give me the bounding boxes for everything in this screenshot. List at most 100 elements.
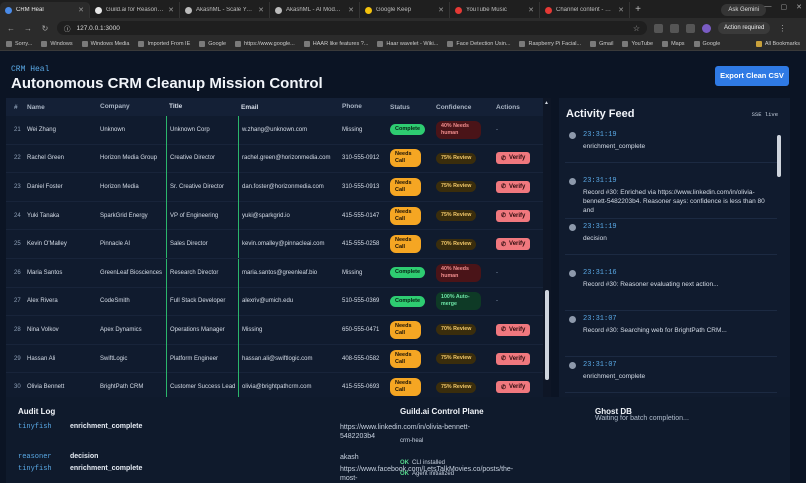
feed-item[interactable]: 23:31:16 Record #30: Reasoner evaluating … [565,267,777,311]
tab-close-icon[interactable]: ✕ [348,6,354,14]
feed-item[interactable]: 23:31:19 Record #30: Enriched via https:/… [565,175,777,219]
bookmark-star-icon[interactable]: ☆ [633,24,640,33]
close-window-icon[interactable]: ✕ [796,3,802,11]
bookmark-item[interactable]: Haar wavelet - Wiki... [377,41,438,47]
contact-phone: 415-555-0258 [342,241,380,248]
url-text: 127.0.0.1:3000 [76,24,120,32]
table-row[interactable]: 29 Hassan Ali SwiftLogic Platform Engineer h… [6,344,543,374]
bookmark-item[interactable]: Face Detection Usin... [447,41,510,47]
column-header[interactable]: Title [166,103,238,111]
browser-tab[interactable]: AkashML - AI Model Playg... ✕ [270,2,360,18]
bookmark-item[interactable]: Sorry... [6,41,32,47]
verify-button[interactable]: ✆ Verify [496,323,531,336]
contact-phone: 510-555-0369 [342,298,380,305]
contact-phone: 310-555-0912 [342,155,380,162]
bookmark-item[interactable]: Imported From IE [138,41,190,47]
column-header[interactable]: Actions [496,104,536,111]
bookmark-label: Gmail [599,41,614,47]
contact-name: Yuki Tanaka [27,212,60,219]
bookmark-item[interactable]: HAAR like features ?... [303,41,368,47]
scroll-up-icon[interactable]: ▲ [544,100,549,106]
table-row[interactable]: 24 Yuki Tanaka SparkGrid Energy VP of Engin… [6,201,543,231]
scrollbar-thumb[interactable] [545,290,549,380]
table-row[interactable]: 21 Wei Zhang Unknown Unknown Corp w.zhang@un… [6,115,543,145]
feed-item[interactable]: 23:31:07 enrichment_complete [565,359,777,393]
reload-icon[interactable]: ↻ [40,24,50,33]
tab-close-icon[interactable]: ✕ [258,6,264,14]
feed-item[interactable]: 23:31:19 decision [565,221,777,255]
table-row[interactable]: 26 Maria Santos GreenLeaf Biosciences Resea… [6,258,543,288]
bookmark-label: Google [702,41,721,47]
forward-icon[interactable]: → [23,24,33,33]
browser-tab[interactable]: Channel content - YouTub... ✕ [540,2,630,18]
column-header[interactable]: Confidence [436,104,496,111]
bookmark-item[interactable]: Google [199,41,226,47]
address-bar[interactable]: ⓘ 127.0.0.1:3000 ☆ [57,21,647,35]
profile-icon[interactable] [702,23,711,33]
column-header[interactable]: # [6,104,27,111]
column-header[interactable]: Status [390,104,436,111]
verify-label: Verify [509,212,526,219]
column-header[interactable]: Phone [342,103,390,111]
all-bookmarks-button[interactable]: All Bookmarks [755,41,800,47]
verify-button[interactable]: ✆ Verify [496,381,531,394]
feed-item[interactable]: 23:31:19 enrichment_complete [565,129,777,163]
tab-close-icon[interactable]: ✕ [78,6,84,14]
page-title: Autonomous CRM Cleanup Mission Control [11,75,323,92]
bookmark-item[interactable]: Windows Media [81,41,129,47]
browser-tab[interactable]: AkashML - Scale Your AI a...✕ [180,2,270,18]
feed-message: Record #30: Enriched via https://www.lin… [583,189,765,214]
table-row[interactable]: 25 Kevin O'Malley Pinnacle AI Sales Directo… [6,229,543,259]
tab-close-icon[interactable]: ✕ [528,6,534,14]
bookmark-item[interactable]: YouTube [622,41,653,47]
verify-button[interactable]: ✆ Verify [496,180,531,193]
contact-title: Unknown Corp [166,115,238,144]
table-row[interactable]: 28 Nina Volkov Apex Dynamics Operations Man… [6,315,543,345]
bookmark-item[interactable]: Windows [41,41,73,47]
contact-title: Operations Manager [166,315,238,345]
browser-tab[interactable]: CRM Heal ✕ [0,2,90,18]
table-row[interactable]: 23 Daniel Foster Horizon Media Sr. Creative… [6,172,543,202]
bookmark-item[interactable]: https://www.google... [235,41,295,47]
extension-icon[interactable] [686,23,695,33]
verify-button[interactable]: ✆ Verify [496,352,531,365]
browser-tab[interactable]: Google Keep ✕ [360,2,450,18]
new-tab-button[interactable]: + [630,2,646,18]
bookmark-item[interactable]: Gmail [590,41,613,47]
feed-scrollbar[interactable] [776,129,782,435]
tab-close-icon[interactable]: ✕ [168,6,174,14]
tab-close-icon[interactable]: ✕ [618,6,624,14]
extension-icon[interactable] [654,23,663,33]
browser-tab[interactable]: YouTube Music ✕ [450,2,540,18]
column-header[interactable]: Company [100,103,166,111]
action-required-badge[interactable]: Action required [718,22,771,34]
contact-company: CodeSmith [100,298,130,305]
menu-icon[interactable]: ⋮ [777,24,787,33]
ghost-db-status: Waiting for batch completion... [595,415,689,422]
verify-button[interactable]: ✆ Verify [496,152,531,165]
feed-item[interactable]: 23:31:07 Record #30: Searching web for Br… [565,313,777,357]
maximize-icon[interactable]: ▢ [781,3,788,11]
browser-tab[interactable]: Guild.ai for Reasoning ✕ [90,2,180,18]
verify-button[interactable]: ✆ Verify [496,238,531,251]
table-scrollbar[interactable]: ▲ ▼ [543,98,551,442]
confidence-badge: 100% Auto-merge [436,292,481,311]
feed-scrollbar-thumb[interactable] [777,135,781,177]
minimize-icon[interactable]: — [765,3,772,11]
bookmark-item[interactable]: Maps [662,41,685,47]
ask-gemini-button[interactable]: Ask Gemini [721,4,766,16]
column-header[interactable]: Name [27,104,100,111]
tab-close-icon[interactable]: ✕ [438,6,444,14]
feed-list[interactable]: 23:31:19 enrichment_complete 23:31:19 Recor… [565,129,777,435]
table-row[interactable]: 27 Alex Rivera CodeSmith Full Stack Develop… [6,287,543,317]
bookmark-item[interactable]: Raspberry Pi Facial... [519,41,581,47]
tab-favicon-icon [5,6,12,14]
site-info-icon[interactable]: ⓘ [64,23,71,33]
column-header[interactable]: Email [238,104,342,111]
extension-icon[interactable] [670,23,679,33]
verify-button[interactable]: ✆ Verify [496,209,531,222]
table-row[interactable]: 22 Rachel Green Horizon Media Group Creativ… [6,144,543,174]
export-csv-button[interactable]: Export Clean CSV [715,66,789,86]
back-icon[interactable]: ← [6,24,16,33]
bookmark-item[interactable]: Google [693,41,721,47]
